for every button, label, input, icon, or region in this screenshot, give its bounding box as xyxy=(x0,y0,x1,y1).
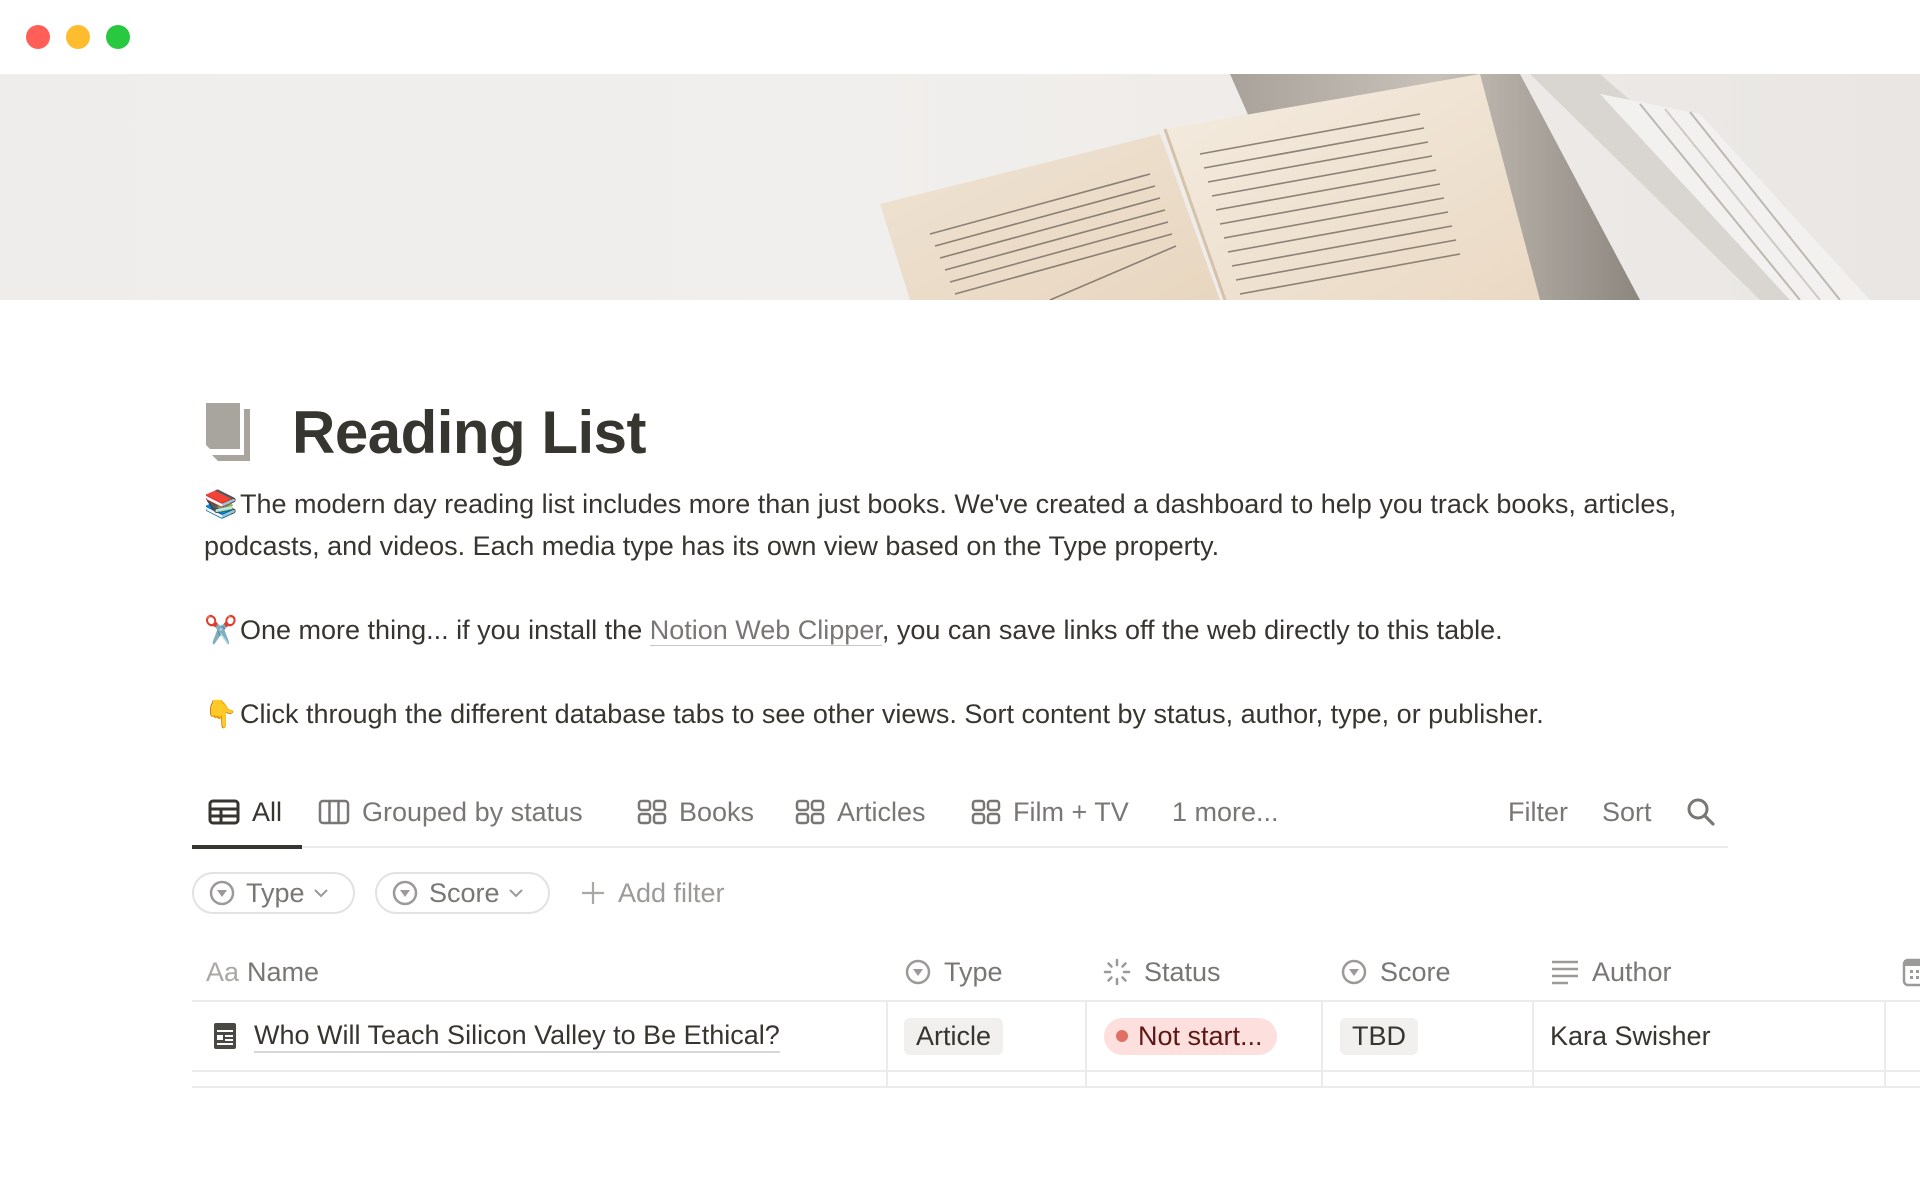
plus-icon xyxy=(582,882,604,904)
active-tab-indicator xyxy=(192,845,302,849)
type-tag: Article xyxy=(904,1017,1004,1055)
column-divider xyxy=(1321,1002,1323,1070)
chevron-down-icon xyxy=(508,889,523,898)
notion-web-clipper-link[interactable]: Notion Web Clipper xyxy=(649,615,882,646)
column-label: Type xyxy=(944,956,1003,987)
intro-paragraph: 📚The modern day reading list includes mo… xyxy=(204,483,1724,567)
tab-articles[interactable]: Articles xyxy=(795,792,926,832)
board-icon xyxy=(318,799,350,825)
tabs-hint-text: Click through the different database tab… xyxy=(240,699,1544,729)
select-icon xyxy=(905,959,931,985)
status-badge: Not start... xyxy=(1104,1017,1277,1055)
gallery-icon xyxy=(971,799,1001,825)
column-divider xyxy=(1884,1002,1886,1070)
column-header-score[interactable]: Score xyxy=(1340,952,1451,992)
status-dot-icon xyxy=(1116,1030,1128,1042)
cell-author[interactable]: Kara Swisher xyxy=(1550,1002,1711,1070)
gallery-icon xyxy=(637,799,667,825)
clipper-text-after: , you can save links off the web directl… xyxy=(881,615,1503,645)
column-label: Author xyxy=(1592,956,1672,987)
score-tag: TBD xyxy=(1340,1017,1418,1055)
column-header-type[interactable]: Type xyxy=(904,952,1003,992)
filter-chip-score[interactable]: Score xyxy=(375,872,550,914)
table-row[interactable]: Who Will Teach Silicon Valley to Be Ethi… xyxy=(192,1002,1920,1072)
filter-label: Filter xyxy=(1508,796,1568,827)
clipper-text-before: One more thing... if you install the xyxy=(240,615,650,645)
tab-all[interactable]: All xyxy=(208,792,282,832)
tab-label: 1 more... xyxy=(1172,796,1279,827)
tab-label: All xyxy=(252,796,283,827)
select-icon xyxy=(392,880,418,906)
tab-grouped-by-status[interactable]: Grouped by status xyxy=(318,792,583,832)
filter-chip-type[interactable]: Type xyxy=(192,872,355,914)
status-label: Not start... xyxy=(1138,1020,1263,1051)
table-icon xyxy=(208,799,240,825)
gallery-icon xyxy=(795,799,825,825)
tab-label: Grouped by status xyxy=(362,796,583,827)
window-titlebar xyxy=(0,0,1920,74)
column-divider xyxy=(1085,1002,1087,1070)
close-window-button[interactable] xyxy=(26,25,50,49)
tab-books[interactable]: Books xyxy=(637,792,754,832)
filter-chip-label: Type xyxy=(246,877,305,908)
scissors-emoji-icon: ✂️ xyxy=(204,615,238,645)
database-view-tabs: All Grouped by status Books Articles Fil… xyxy=(192,780,1728,849)
chevron-down-icon xyxy=(313,889,328,898)
add-filter-button[interactable]: Add filter xyxy=(580,872,725,914)
pointing-down-emoji-icon: 👇 xyxy=(204,699,238,729)
sort-button[interactable]: Sort xyxy=(1602,792,1652,832)
filter-button[interactable]: Filter xyxy=(1508,792,1568,832)
cell-score[interactable]: TBD xyxy=(1340,1002,1418,1070)
open-book-illustration xyxy=(880,74,1870,300)
author-value: Kara Swisher xyxy=(1550,1020,1711,1051)
intro-text: The modern day reading list includes mor… xyxy=(204,489,1677,561)
tabs-hint-paragraph: 👇Click through the different database ta… xyxy=(204,693,1724,735)
column-divider xyxy=(1532,1072,1534,1086)
tab-label: Film + TV xyxy=(1013,796,1129,827)
column-divider xyxy=(1321,1072,1323,1086)
column-header-status[interactable]: Status xyxy=(1102,952,1221,992)
column-label: Score xyxy=(1380,956,1451,987)
text-icon xyxy=(1552,960,1578,985)
article-icon xyxy=(214,1023,236,1049)
tab-more[interactable]: 1 more... xyxy=(1172,792,1279,832)
tab-label: Books xyxy=(679,796,755,827)
sort-label: Sort xyxy=(1602,796,1652,827)
date-icon xyxy=(1902,958,1920,987)
add-filter-label: Add filter xyxy=(618,877,725,908)
zoom-window-button[interactable] xyxy=(106,25,130,49)
column-header-name[interactable]: Aa Name xyxy=(206,952,319,992)
book-icon[interactable] xyxy=(204,401,262,463)
search-button[interactable] xyxy=(1686,792,1716,832)
table-footer-row xyxy=(192,1072,1920,1088)
select-icon xyxy=(209,880,235,906)
cell-name[interactable]: Who Will Teach Silicon Valley to Be Ethi… xyxy=(212,1002,780,1070)
search-icon xyxy=(1687,798,1715,826)
column-divider xyxy=(1532,1002,1534,1070)
column-label: Name xyxy=(247,956,320,987)
status-icon xyxy=(1103,958,1131,986)
column-header-author[interactable]: Author xyxy=(1550,952,1672,992)
column-divider xyxy=(886,1002,888,1070)
minimize-window-button[interactable] xyxy=(66,25,90,49)
cell-type[interactable]: Article xyxy=(904,1002,1004,1070)
column-label: Status xyxy=(1144,956,1221,987)
tab-film-tv[interactable]: Film + TV xyxy=(971,792,1129,832)
clipper-paragraph: ✂️One more thing... if you install the N… xyxy=(204,609,1724,651)
column-divider xyxy=(886,1072,888,1086)
select-icon xyxy=(1341,959,1367,985)
column-divider xyxy=(1085,1072,1087,1086)
books-emoji-icon: 📚 xyxy=(204,489,238,519)
column-header-date[interactable] xyxy=(1902,952,1920,992)
page-header: Reading List xyxy=(204,392,647,472)
table-header: Aa Name Type Status Score Author xyxy=(192,944,1920,1002)
cell-status[interactable]: Not start... xyxy=(1104,1002,1277,1070)
column-divider xyxy=(1884,1072,1886,1086)
title-icon: Aa xyxy=(206,956,240,987)
filter-chip-label: Score xyxy=(429,877,500,908)
cover-image xyxy=(0,74,1920,300)
row-title-link[interactable]: Who Will Teach Silicon Valley to Be Ethi… xyxy=(254,1019,780,1053)
tab-label: Articles xyxy=(837,796,926,827)
page-title[interactable]: Reading List xyxy=(292,398,647,467)
